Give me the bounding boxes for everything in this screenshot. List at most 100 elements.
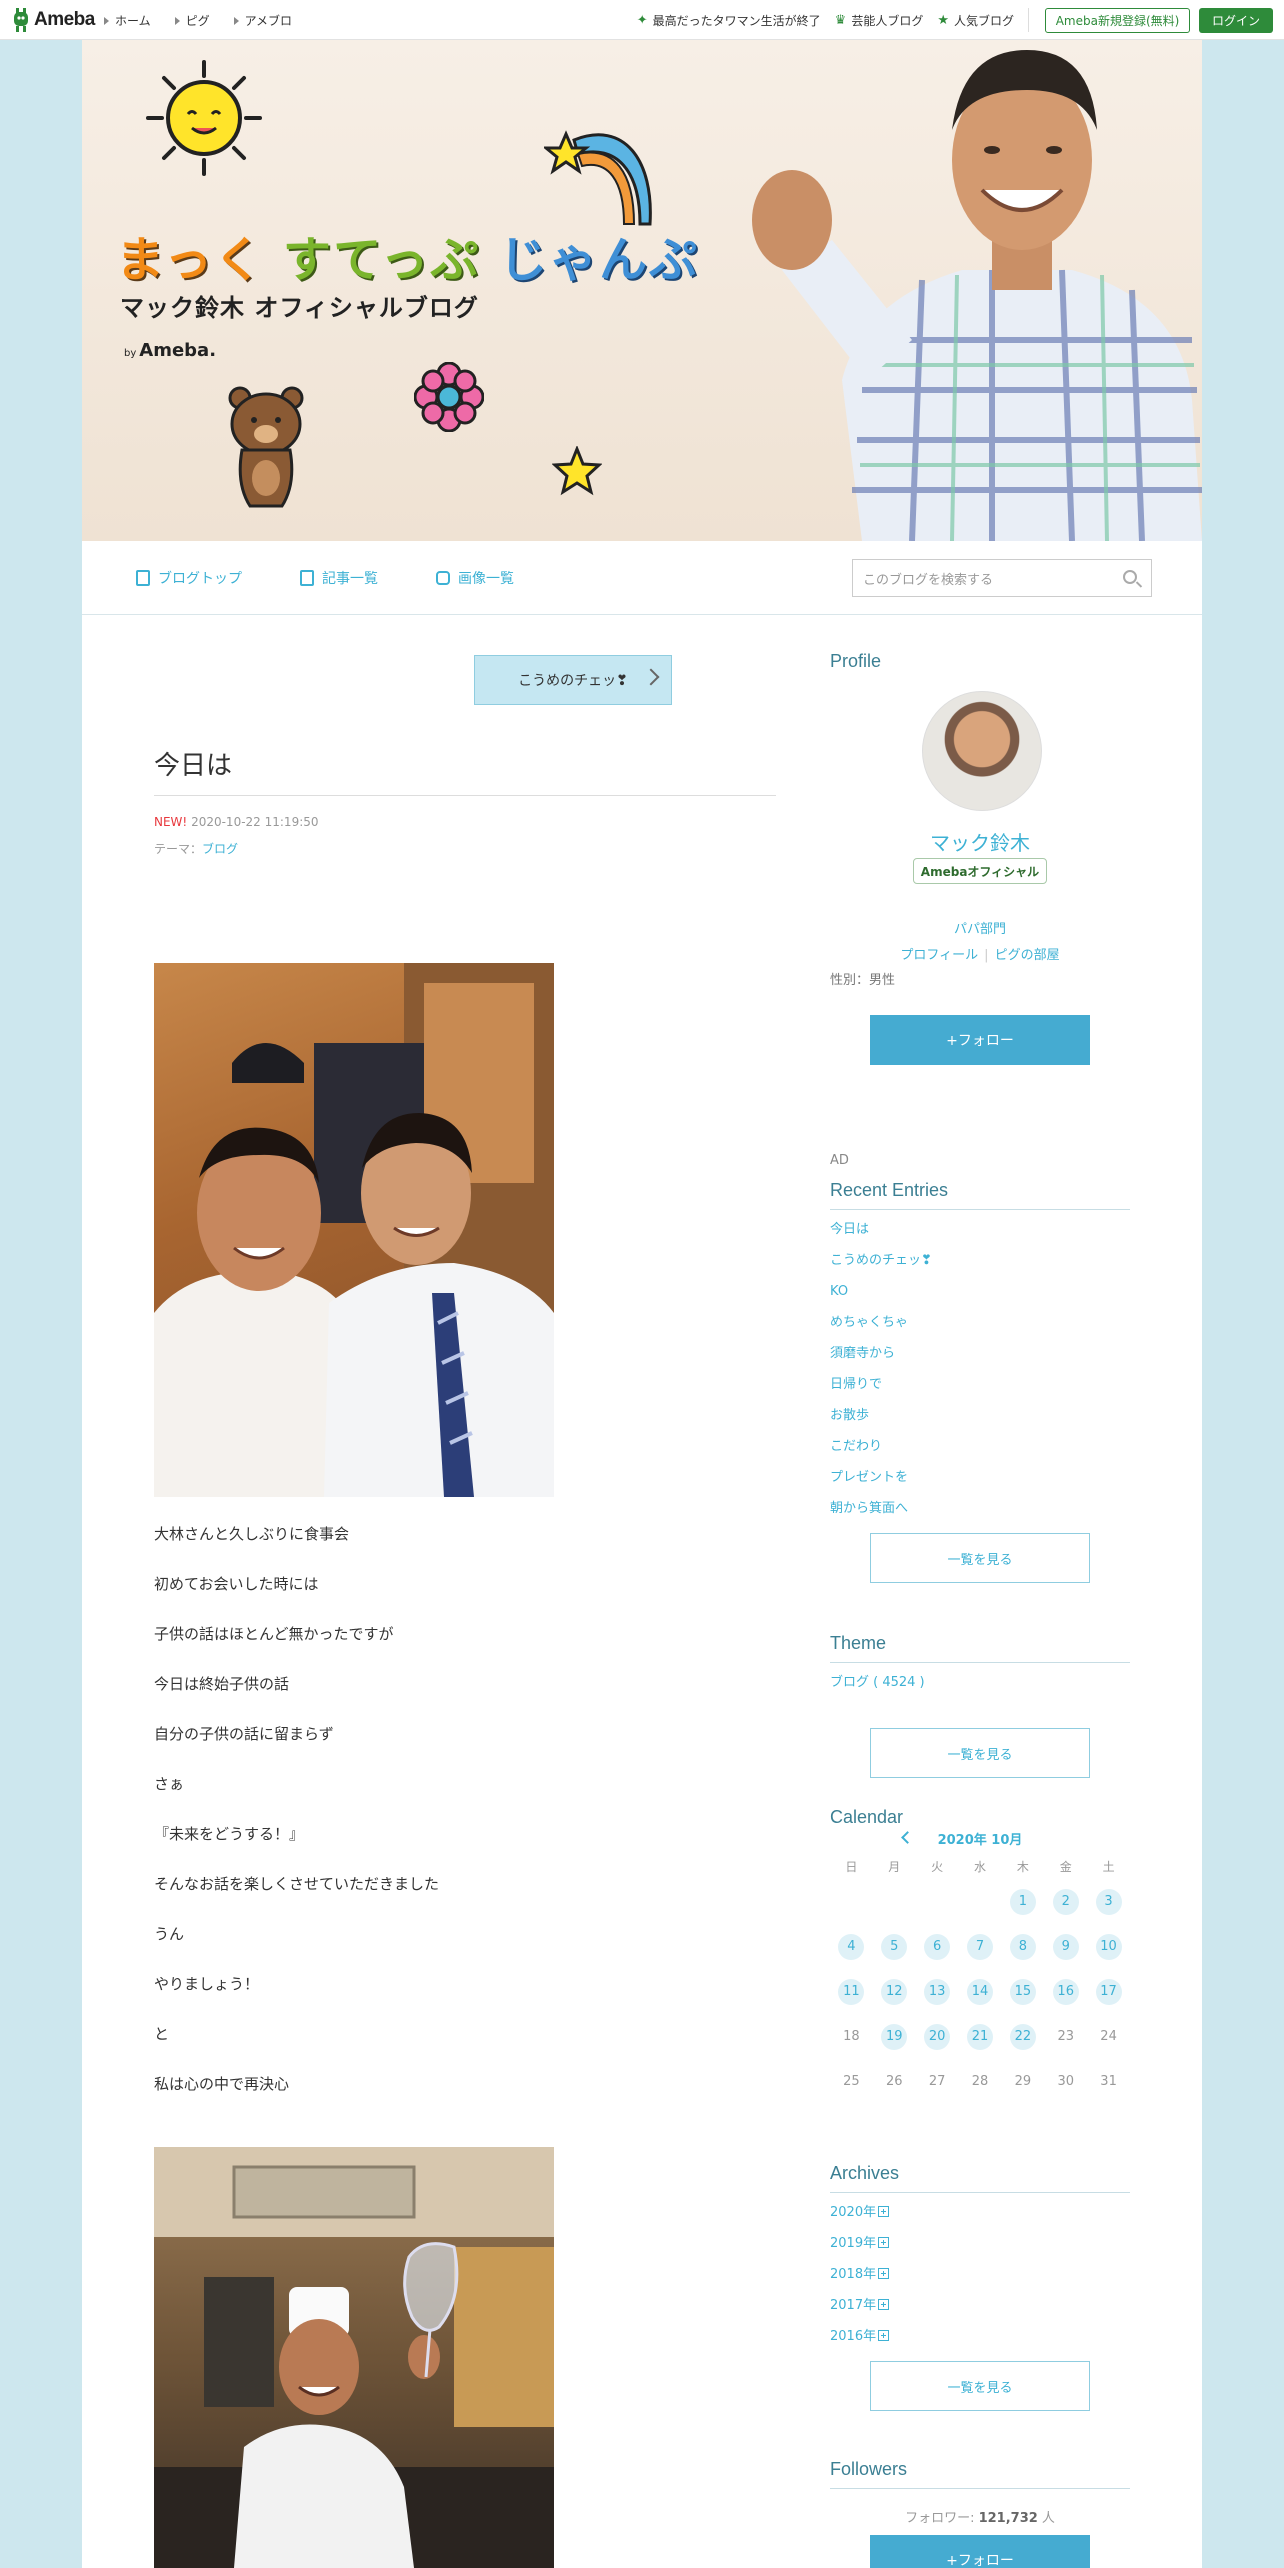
recent-entry-link[interactable]: めちゃくちゃ xyxy=(830,1307,1130,1338)
expand-plus-icon[interactable] xyxy=(878,2299,890,2310)
calendar-day[interactable]: 13 xyxy=(916,1969,959,2014)
register-button[interactable]: Ameba新規登録(無料) xyxy=(1045,8,1190,33)
profile-links: プロフィール | ピグの部屋 xyxy=(830,944,1130,963)
chevron-left-icon[interactable] xyxy=(901,1831,914,1844)
sidebar-recent-entries: Recent Entries 今日は こうめのチェッ❣ KO めちゃくちゃ 須磨… xyxy=(830,1180,1130,1583)
calendar-day[interactable]: 7 xyxy=(959,1924,1002,1969)
calendar-day[interactable]: 12 xyxy=(873,1969,916,2014)
photo-two-men xyxy=(154,963,554,1497)
recent-entries-more-button[interactable]: 一覧を見る xyxy=(870,1533,1090,1583)
entry-paragraph: そんなお話を楽しくさせていただきました xyxy=(154,1875,440,1893)
recent-entry-link[interactable]: 朝から箕面へ xyxy=(830,1493,1130,1524)
calendar-day[interactable]: 4 xyxy=(830,1924,873,1969)
followers-follow-button[interactable]: +フォロー xyxy=(870,2535,1090,2568)
calendar-day-number: 12 xyxy=(881,1978,908,2005)
expand-plus-icon[interactable] xyxy=(878,2237,890,2248)
blog-search-input[interactable]: このブログを検索する xyxy=(852,559,1152,597)
calendar-day[interactable]: 19 xyxy=(873,2014,916,2059)
calendar-day-number: 5 xyxy=(881,1933,908,1960)
nav-entry-list[interactable]: 記事一覧 xyxy=(300,568,378,588)
login-button[interactable]: ログイン xyxy=(1199,8,1273,33)
expand-plus-icon[interactable] xyxy=(878,2330,890,2341)
calendar-day[interactable]: 20 xyxy=(916,2014,959,2059)
calendar-day-number: 16 xyxy=(1052,1978,1079,2005)
theme-link[interactable]: ブログ xyxy=(202,842,238,856)
calendar-day[interactable]: 17 xyxy=(1087,1969,1130,2014)
recent-entry-link[interactable]: お散歩 xyxy=(830,1400,1130,1431)
prev-entry-button[interactable]: こうめのチェッ❣ xyxy=(474,655,672,705)
calendar-day: 27 xyxy=(916,2059,959,2104)
calendar-day[interactable]: 15 xyxy=(1001,1969,1044,2014)
calendar-day[interactable]: 21 xyxy=(959,2014,1002,2059)
entry-paragraph: 大林さんと久しぶりに食事会 xyxy=(154,1525,350,1543)
calendar-month: 2020年 10月 xyxy=(830,1829,1130,1848)
archive-year-link[interactable]: 2020年 xyxy=(830,2197,1130,2228)
entry-photo[interactable] xyxy=(154,2147,554,2568)
profile-name[interactable]: マック鈴木 xyxy=(830,827,1130,856)
byline-by: by xyxy=(124,348,137,359)
search-icon[interactable] xyxy=(1123,570,1137,584)
archive-year-link[interactable]: 2016年 xyxy=(830,2321,1130,2352)
calendar-empty-cell xyxy=(916,1879,959,1924)
recent-entry-link[interactable]: 今日は xyxy=(830,1214,1130,1245)
link-trending[interactable]: ✦ 最高だったタワマン生活が終了 xyxy=(637,12,821,29)
calendar-day[interactable]: 16 xyxy=(1044,1969,1087,2014)
profile-category[interactable]: パパ部門 xyxy=(830,918,1130,937)
nav-home[interactable]: ホーム xyxy=(104,12,151,29)
calendar-day[interactable]: 2 xyxy=(1044,1879,1087,1924)
theme-more-button[interactable]: 一覧を見る xyxy=(870,1728,1090,1778)
link-label: 最高だったタワマン生活が終了 xyxy=(652,14,821,28)
blog-header-banner[interactable]: まっく すてっぷ じゃんぷ マック鈴木 オフィシャルブログ by Ameba. xyxy=(82,40,1202,541)
recent-entry-link[interactable]: こうめのチェッ❣ xyxy=(830,1245,1130,1276)
calendar-day: 18 xyxy=(830,2014,873,2059)
flower-illustration xyxy=(414,362,484,432)
calendar-day[interactable]: 6 xyxy=(916,1924,959,1969)
profile-heading: Profile xyxy=(830,651,882,671)
entry-photo[interactable] xyxy=(154,963,554,1497)
avatar[interactable] xyxy=(922,691,1042,811)
ameba-logo[interactable]: Ameba xyxy=(12,6,95,34)
calendar-day[interactable]: 5 xyxy=(873,1924,916,1969)
calendar-day[interactable]: 3 xyxy=(1087,1879,1130,1924)
archive-year-link[interactable]: 2018年 xyxy=(830,2259,1130,2290)
follower-count: フォロワー: 121,732 人 xyxy=(830,2507,1130,2526)
calendar-day-number: 13 xyxy=(924,1978,951,2005)
recent-entry-link[interactable]: こだわり xyxy=(830,1431,1130,1462)
recent-entry-link[interactable]: KO xyxy=(830,1276,1130,1307)
calendar-day-number: 19 xyxy=(881,2023,908,2050)
calendar-day[interactable]: 8 xyxy=(1001,1924,1044,1969)
calendar-day[interactable]: 14 xyxy=(959,1969,1002,2014)
recent-entry-link[interactable]: プレゼントを xyxy=(830,1462,1130,1493)
theme-link[interactable]: ブログ ( 4524 ) xyxy=(830,1667,1130,1698)
calendar-day-number: 10 xyxy=(1095,1933,1122,1960)
logo-text: Ameba xyxy=(34,9,95,30)
link-celebrity-blogs[interactable]: ♛ 芸能人ブログ xyxy=(835,12,924,29)
calendar-day[interactable]: 1 xyxy=(1001,1879,1044,1924)
calendar-day-number: 17 xyxy=(1095,1978,1122,2005)
nav-pigg[interactable]: ピグ xyxy=(174,12,210,29)
calendar-day[interactable]: 11 xyxy=(830,1969,873,2014)
archives-more-button[interactable]: 一覧を見る xyxy=(870,2361,1090,2411)
archive-year-link[interactable]: 2017年 xyxy=(830,2290,1130,2321)
nav-image-list[interactable]: 画像一覧 xyxy=(436,568,514,588)
entry-title[interactable]: 今日は xyxy=(154,745,232,782)
pigg-room-link[interactable]: ピグの部屋 xyxy=(995,948,1060,963)
expand-plus-icon[interactable] xyxy=(878,2268,890,2279)
recent-entry-link[interactable]: 日帰りで xyxy=(830,1369,1130,1400)
calendar-day-number: 28 xyxy=(971,2074,989,2089)
blog-nav: ブログトップ 記事一覧 画像一覧 このブログを検索する xyxy=(82,541,1202,615)
calendar-day[interactable]: 22 xyxy=(1001,2014,1044,2059)
calendar-day-number: 29 xyxy=(1014,2074,1032,2089)
link-popular-blogs[interactable]: ★ 人気ブログ xyxy=(937,12,1014,29)
archive-year-link[interactable]: 2019年 xyxy=(830,2228,1130,2259)
nav-ameblo[interactable]: アメブロ xyxy=(233,12,292,29)
calendar-day[interactable]: 10 xyxy=(1087,1924,1130,1969)
recent-entry-link[interactable]: 須磨寺から xyxy=(830,1338,1130,1369)
nav-blog-top[interactable]: ブログトップ xyxy=(136,568,242,588)
sidebar-calendar: Calendar 2020年 10月 日月火水木金土 1 2 3 4 5 6 7 8 9 10 11 1… xyxy=(830,1807,1130,2089)
calendar-weekday: 木 xyxy=(1016,1860,1029,1874)
expand-plus-icon[interactable] xyxy=(878,2206,890,2217)
profile-link[interactable]: プロフィール xyxy=(900,948,978,963)
calendar-day[interactable]: 9 xyxy=(1044,1924,1087,1969)
follow-button[interactable]: +フォロー xyxy=(870,1015,1090,1065)
